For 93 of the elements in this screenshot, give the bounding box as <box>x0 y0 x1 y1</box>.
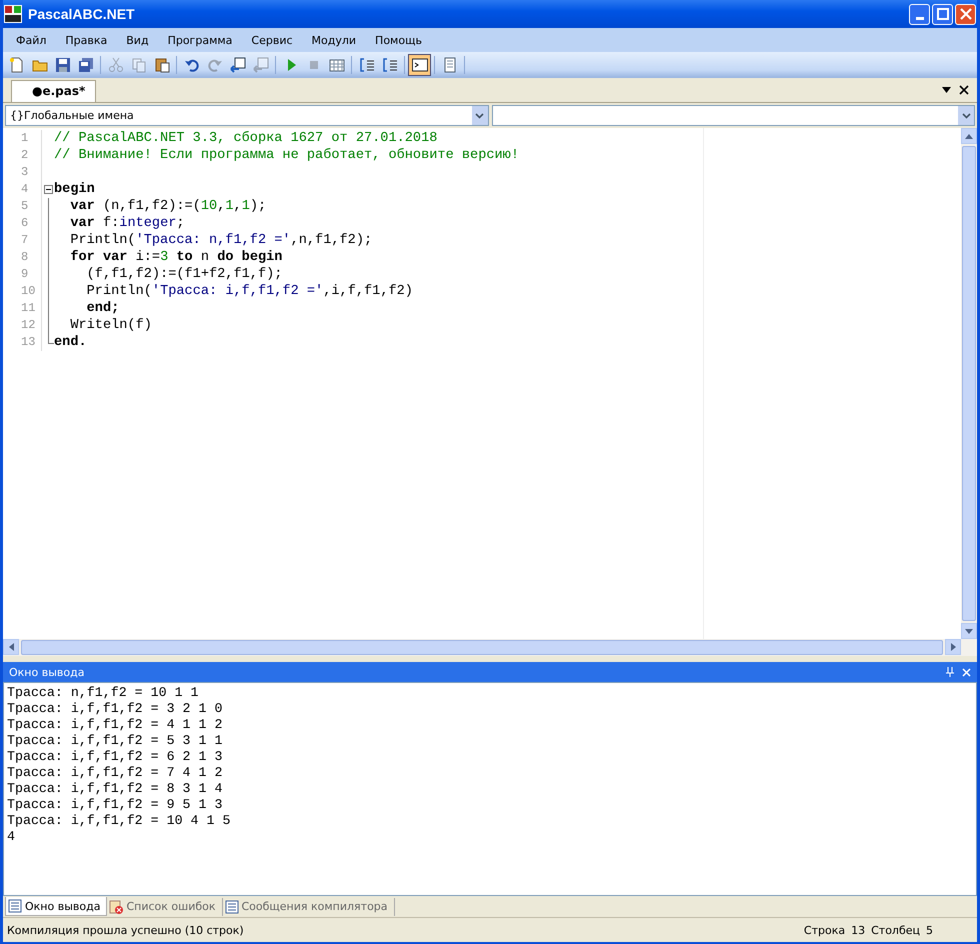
close-icon[interactable] <box>959 85 969 95</box>
paste-icon <box>154 57 170 73</box>
file-tab[interactable]: ●e.pas* <box>11 80 96 102</box>
console-button[interactable] <box>408 54 431 76</box>
menu-item[interactable]: Файл <box>9 34 54 46</box>
code-line: Println('Трасса: i,f,f1,f2 =',i,f,f1,f2) <box>86 284 413 299</box>
dropdown-arrow-icon[interactable] <box>942 87 951 93</box>
line-number: 8 <box>20 249 30 266</box>
line-label: Строка <box>804 924 846 936</box>
status-message: Компиляция прошла успешно (10 строк) <box>7 924 244 936</box>
close-button[interactable] <box>955 4 976 24</box>
window-title: PascalABC.NET <box>28 6 135 22</box>
line-number: 1 <box>20 130 30 147</box>
line-number: 5 <box>20 198 30 215</box>
panel-tab[interactable]: Сообщения компилятора <box>222 898 395 916</box>
chevron-down-icon <box>475 112 484 118</box>
panel-tab[interactable]: Список ошибок <box>107 898 222 916</box>
line-number: 10 <box>20 283 33 300</box>
document-icon <box>8 899 22 913</box>
close-icon <box>960 8 972 20</box>
menu-item[interactable]: Правка <box>58 34 114 46</box>
new-file-icon <box>8 57 24 73</box>
code-line: var (n,f1,f2):=(10,1,1); <box>69 199 266 214</box>
app-logo-icon <box>4 5 22 23</box>
code-line: (f,f1,f2):=(f1+f2,f1,f); <box>86 267 282 282</box>
console-icon <box>412 57 428 73</box>
document-icon <box>224 900 238 914</box>
menu-item[interactable]: Программа <box>160 34 240 46</box>
grid-icon <box>328 57 344 73</box>
menu-item[interactable]: Вид <box>119 34 156 46</box>
menu-item[interactable]: Модули <box>304 34 364 46</box>
chevron-down-icon <box>962 112 970 118</box>
horizontal-scrollbar[interactable] <box>3 639 977 656</box>
save-all-icon <box>78 57 94 73</box>
member-dropdown[interactable] <box>492 105 975 126</box>
error-list-icon <box>109 900 124 914</box>
undo-icon <box>184 57 200 73</box>
line-number: 11 <box>20 300 33 317</box>
maximize-button[interactable] <box>932 4 953 24</box>
output-line: Трасса: i,f,f1,f2 = 3 2 1 0 <box>7 701 224 717</box>
column-value: 5 <box>926 924 933 936</box>
pin-icon[interactable] <box>946 667 954 677</box>
panel-title: Окно вывода <box>9 666 84 678</box>
output-line: 4 <box>7 829 16 845</box>
code-line: Writeln(f) <box>69 318 152 333</box>
menu-item[interactable]: Помощь <box>368 34 429 46</box>
code-line: // PascalABC.NET 3.3, сборка 1627 от 27.01.2018 <box>54 131 438 146</box>
output-line: Трасса: i,f,f1,f2 = 6 2 1 3 <box>7 749 224 765</box>
column-label: Столбец <box>871 924 920 936</box>
menu-item[interactable]: Сервис <box>244 34 300 46</box>
line-number: 13 <box>20 334 33 351</box>
arrow-left-icon[interactable] <box>8 643 14 651</box>
output-line: Трасса: i,f,f1,f2 = 4 1 1 2 <box>7 717 224 733</box>
arrow-right-icon[interactable] <box>950 643 956 651</box>
code-line: begin <box>54 182 95 197</box>
arrow-up-icon[interactable] <box>965 134 973 138</box>
output-line: Трасса: i,f,f1,f2 = 8 3 1 4 <box>7 781 224 797</box>
line-number: 4 <box>20 181 30 198</box>
output-line: Трасса: i,f,f1,f2 = 7 4 1 2 <box>7 765 224 781</box>
line-value: 13 <box>851 924 866 936</box>
minimize-button[interactable] <box>909 4 930 24</box>
line-number: 6 <box>20 215 30 232</box>
code-line: var f:integer; <box>69 216 185 231</box>
document-arrow-icon <box>230 57 246 73</box>
panel-tab[interactable]: Окно вывода <box>5 897 108 916</box>
code-line: end; <box>86 301 120 316</box>
redo-icon <box>206 57 222 73</box>
copy-icon <box>130 57 146 73</box>
scissors-icon <box>108 57 124 73</box>
line-number: 12 <box>20 317 33 334</box>
line-number: 7 <box>20 232 30 249</box>
save-icon <box>54 57 70 73</box>
collapse-icon[interactable] <box>44 185 52 194</box>
maximize-icon <box>936 8 948 20</box>
output-line: Трасса: i,f,f1,f2 = 9 5 1 3 <box>7 797 224 813</box>
output-line: Трасса: i,f,f1,f2 = 5 3 1 1 <box>7 733 224 749</box>
document-icon <box>442 57 458 73</box>
line-number: 9 <box>20 266 30 283</box>
line-number: 2 <box>20 147 30 164</box>
document-arrow-icon <box>252 57 268 73</box>
step-icon <box>382 57 398 73</box>
arrow-down-icon[interactable] <box>965 628 973 634</box>
scope-dropdown[interactable]: {}Глобальные имена <box>5 105 488 126</box>
code-line: end. <box>54 335 87 350</box>
code-line: Println('Трасса: n,f1,f2 =',n,f1,f2); <box>69 233 372 248</box>
output-line: Трасса: i,f,f1,f2 = 10 4 1 5 <box>7 813 232 829</box>
line-number: 3 <box>20 164 30 181</box>
code-line: // Внимание! Если программа не работает, обновите версию! <box>54 148 519 163</box>
vertical-scrollbar[interactable] <box>961 128 977 639</box>
step-icon <box>358 57 374 73</box>
minimize-icon <box>916 16 924 20</box>
output-line: Трасса: n,f1,f2 = 10 1 1 <box>7 685 200 701</box>
code-line: for var i:=3 to n do begin <box>69 250 282 265</box>
